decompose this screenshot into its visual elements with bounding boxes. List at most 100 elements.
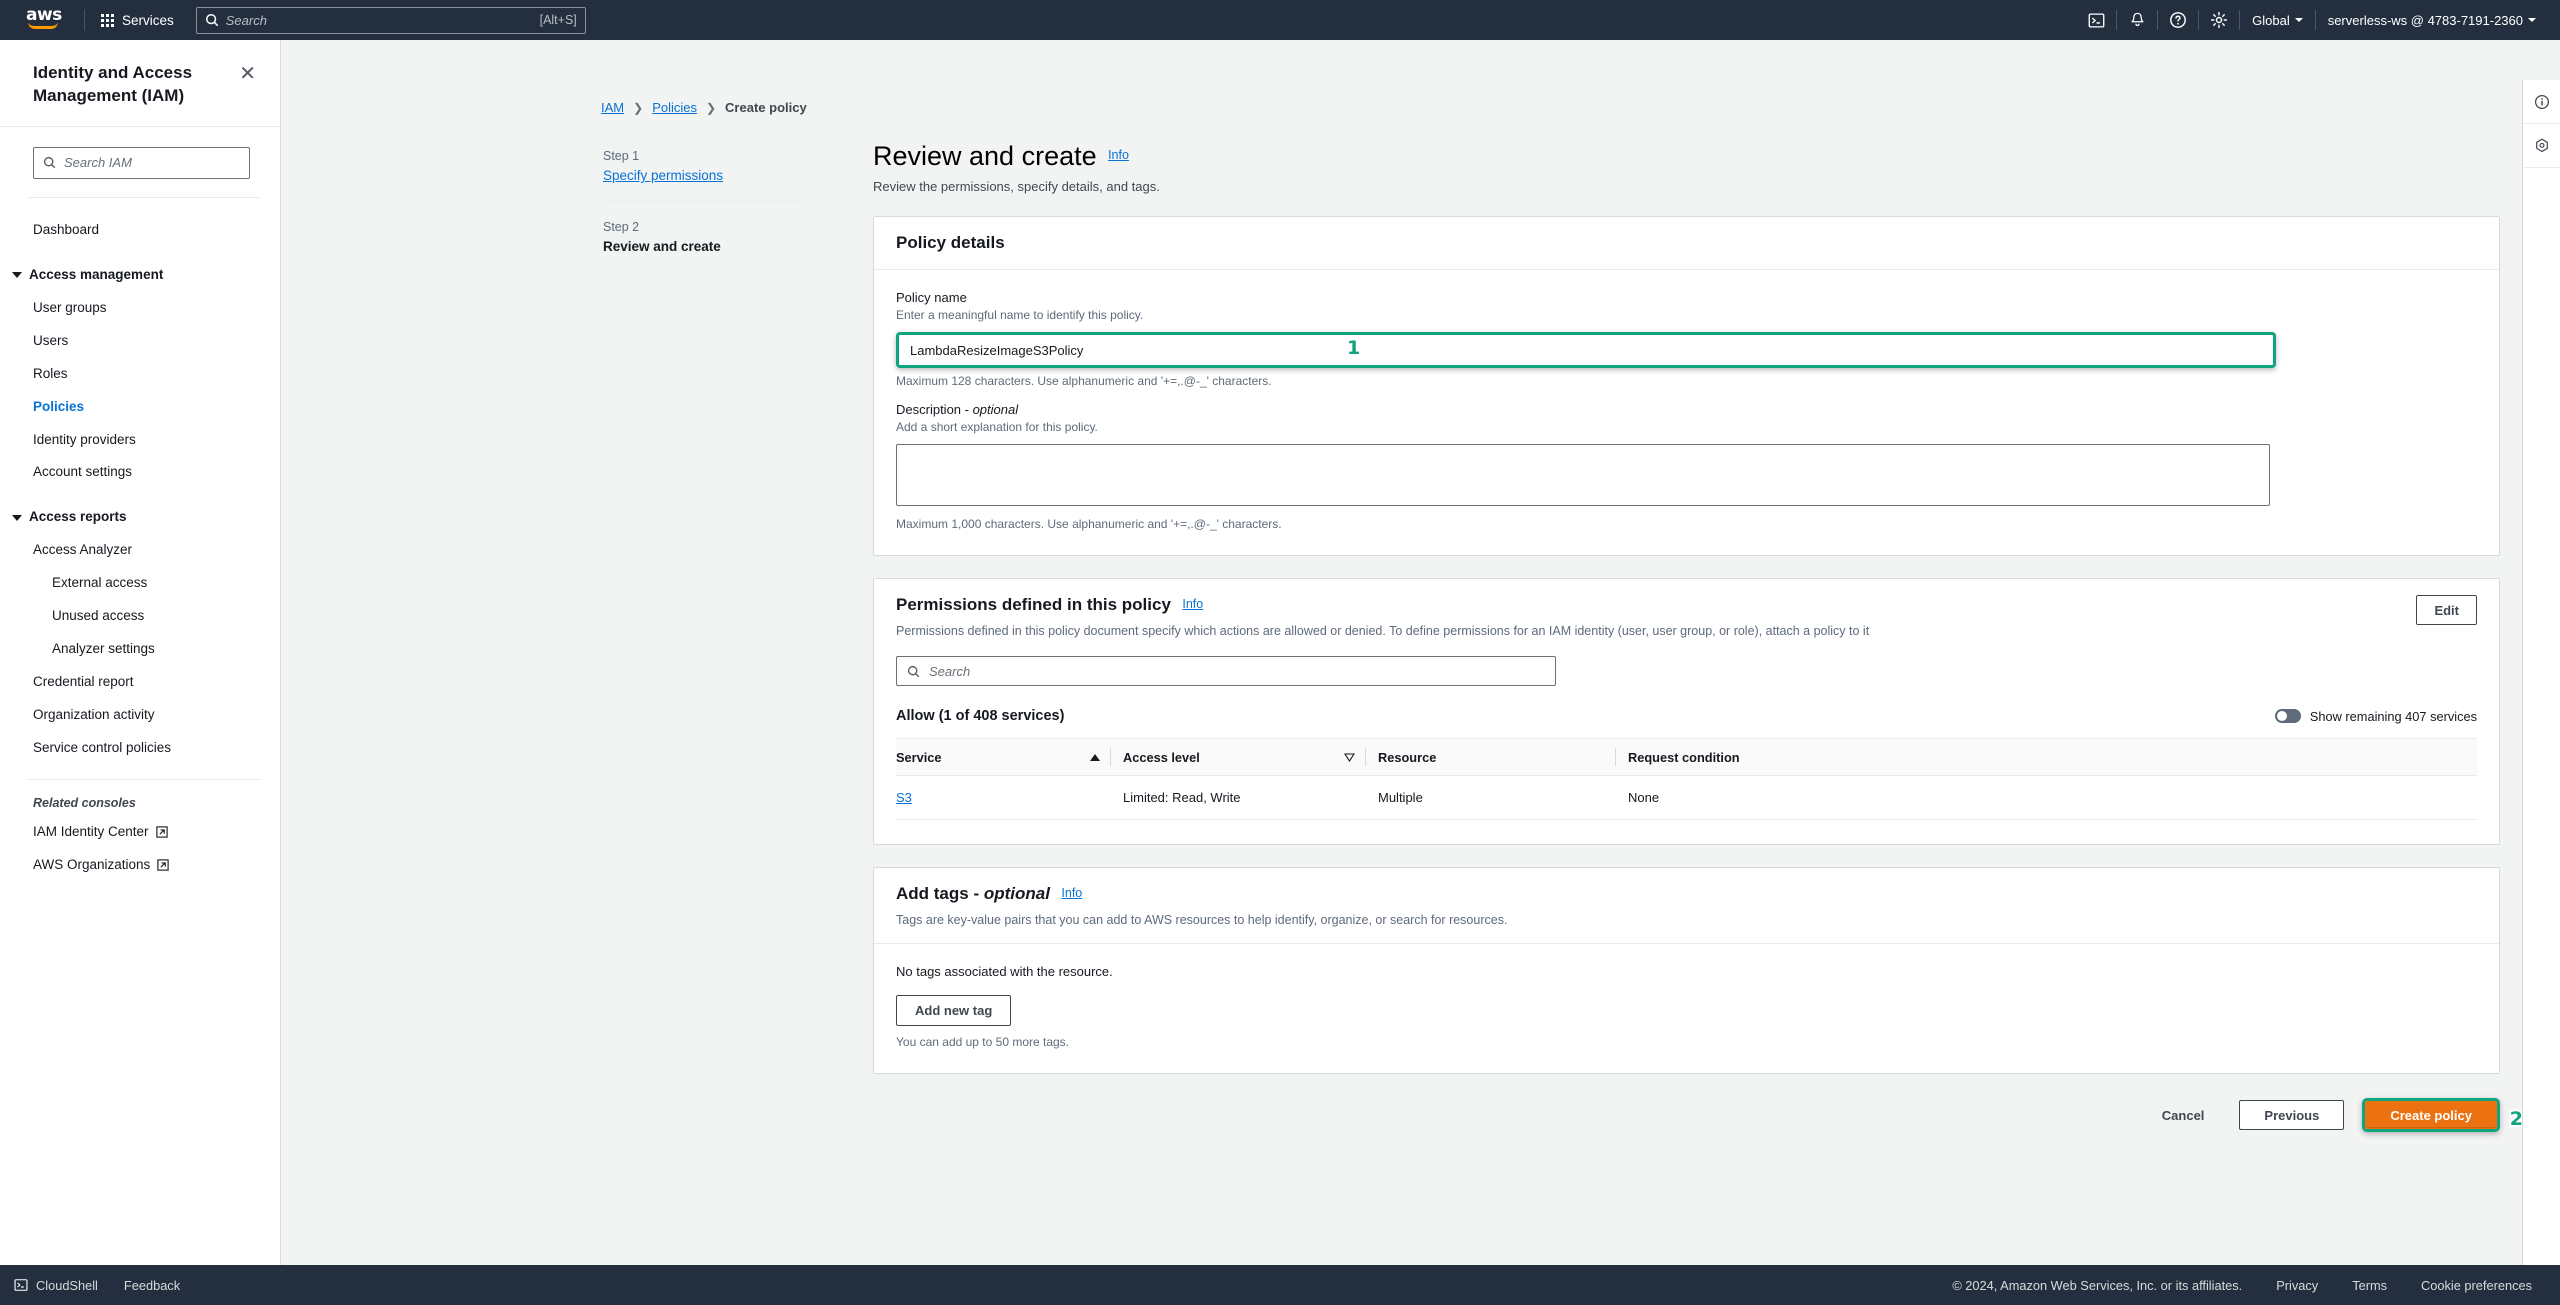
show-remaining-services-toggle[interactable]: Show remaining 407 services [2274, 708, 2477, 724]
policy-description-input[interactable] [896, 444, 2270, 506]
column-label-service: Service [896, 749, 942, 765]
allow-services-count: Allow (1 of 408 services) [896, 708, 1065, 724]
page-column: Review and create Info Review the permis… [803, 141, 2560, 1162]
permissions-table: Service Access level Resource Request co… [896, 738, 2477, 820]
previous-button[interactable]: Previous [2239, 1100, 2345, 1130]
top-navigation: aws Services Search [Alt+S] Global serve… [0, 0, 2560, 40]
footer-feedback-link[interactable]: Feedback [124, 1278, 180, 1293]
sidebar-item-roles[interactable]: Roles [0, 358, 280, 391]
footer-link-cookie-preferences[interactable]: Cookie preferences [2421, 1278, 2532, 1293]
sidebar-item-analyzer-settings[interactable]: Analyzer settings [0, 633, 280, 666]
footer-link-terms[interactable]: Terms [2352, 1278, 2387, 1293]
footer: CloudShell Feedback © 2024, Amazon Web S… [0, 1265, 2560, 1305]
sidebar-item-account-settings[interactable]: Account settings [0, 456, 280, 489]
global-search-input[interactable]: Search [Alt+S] [195, 6, 586, 34]
sidebar-item-dashboard[interactable]: Dashboard [0, 214, 280, 247]
breadcrumb-item-iam[interactable]: IAM [601, 100, 624, 115]
footer-cloudshell-button[interactable]: CloudShell [14, 1278, 98, 1293]
cloudshell-icon[interactable] [2076, 0, 2116, 40]
sidebar-item-access-management[interactable]: Access management [0, 259, 280, 292]
region-label: Global [2252, 12, 2290, 28]
sidebar-item-external-access[interactable]: External access [0, 567, 280, 600]
content-row: Step 1 Specify permissions Step 2 Review… [281, 115, 2560, 1162]
column-header-service[interactable]: Service [896, 738, 1111, 776]
tags-description: Tags are key-value pairs that you can ad… [896, 913, 1508, 927]
related-console-iam-identity-center[interactable]: IAM Identity Center [0, 816, 280, 849]
service-link[interactable]: S3 [896, 790, 912, 805]
gear-hex-icon[interactable] [2523, 124, 2560, 168]
region-selector[interactable]: Global [2240, 0, 2315, 40]
sidebar-item-access-analyzer[interactable]: Access Analyzer [0, 534, 280, 567]
sidebar-item-policies[interactable]: Policies [0, 391, 280, 424]
chevron-right-icon: ❯ [705, 100, 717, 115]
toggle-switch[interactable] [2274, 709, 2301, 723]
sidebar-item-access-reports[interactable]: Access reports [0, 501, 280, 534]
allow-row: Allow (1 of 408 services) Show remaining… [896, 708, 2477, 724]
tags-title: Add tags - optional [896, 884, 1050, 903]
permissions-table-body: S3 Limited: Read, Write Multiple None [896, 775, 2477, 820]
sidebar-item-unused-access[interactable]: Unused access [0, 600, 280, 633]
right-rail [2522, 80, 2560, 1305]
related-console-label: AWS Organizations [33, 856, 151, 872]
nav-divider [84, 9, 85, 31]
column-header-access-level[interactable]: Access level [1111, 738, 1366, 776]
main-content: IAM ❯ Policies ❯ Create policy Step 1 Sp… [281, 40, 2560, 1305]
permissions-search-placeholder: Search [929, 663, 971, 679]
chevron-down-icon [12, 272, 22, 279]
tags-empty-text: No tags associated with the resource. [896, 964, 1113, 979]
close-icon[interactable]: ✕ [235, 62, 260, 86]
permissions-header-text: Permissions defined in this policy Info … [896, 595, 1869, 638]
search-shortcut-hint: [Alt+S] [539, 13, 577, 27]
sidebar-item-user-groups[interactable]: User groups [0, 292, 280, 325]
external-link-icon [157, 859, 169, 871]
step-1-label[interactable]: Specify permissions [603, 168, 803, 183]
cancel-button[interactable]: Cancel [2145, 1100, 2222, 1130]
help-icon[interactable] [2158, 0, 2198, 40]
column-header-request-condition[interactable]: Request condition [1616, 738, 2477, 776]
permissions-info-link[interactable]: Info [1182, 597, 1203, 611]
column-header-resource[interactable]: Resource [1366, 738, 1616, 776]
sidebar-item-identity-providers[interactable]: Identity providers [0, 424, 280, 457]
notifications-icon[interactable] [2117, 0, 2157, 40]
table-row: S3 Limited: Read, Write Multiple None [896, 775, 2477, 820]
sidebar-search-input[interactable]: Search IAM [33, 146, 250, 179]
permissions-search-input[interactable]: Search [896, 656, 1556, 686]
policy-details-title: Policy details [896, 233, 1005, 252]
add-new-tag-button[interactable]: Add new tag [896, 995, 1012, 1026]
breadcrumb-item-policies[interactable]: Policies [652, 100, 697, 115]
related-console-label: IAM Identity Center [33, 823, 149, 839]
permissions-description: Permissions defined in this policy docum… [896, 624, 1870, 638]
sidebar-item-users[interactable]: Users [0, 325, 280, 358]
related-consoles-heading: Related consoles [33, 795, 136, 810]
toggle-label: Show remaining 407 services [2309, 708, 2477, 724]
account-label: serverless-ws @ 4783-7191-2360 [2327, 12, 2523, 28]
aws-logo[interactable]: aws [26, 7, 68, 33]
sidebar-item-service-control-policies[interactable]: Service control policies [0, 732, 280, 765]
breadcrumb: IAM ❯ Policies ❯ Create policy [281, 40, 2560, 115]
tags-title-text: Add tags - [896, 884, 984, 903]
footer-link-privacy[interactable]: Privacy [2276, 1278, 2318, 1293]
sidebar-item-organization-activity[interactable]: Organization activity [0, 699, 280, 732]
cell-service: S3 [896, 775, 1111, 820]
search-icon [907, 665, 920, 677]
info-circle-icon[interactable] [2523, 80, 2560, 124]
page-info-link[interactable]: Info [1108, 148, 1129, 162]
permissions-header: Permissions defined in this policy Info … [874, 579, 2499, 638]
related-console-aws-organizations[interactable]: AWS Organizations [0, 849, 280, 882]
iam-sidebar: Identity and Access Management (IAM) ✕ S… [0, 40, 281, 1305]
services-menu-button[interactable]: Services [91, 7, 184, 34]
sidebar-item-label: Access reports [29, 509, 127, 525]
tags-info-link[interactable]: Info [1061, 886, 1082, 900]
settings-icon[interactable] [2199, 0, 2239, 40]
column-label-resource: Resource [1378, 749, 1437, 765]
account-selector[interactable]: serverless-ws @ 4783-7191-2360 [2316, 0, 2548, 40]
policy-name-input[interactable]: LambdaResizeImageS3Policy [899, 335, 2273, 365]
create-policy-button[interactable]: Create policy [2365, 1101, 2497, 1129]
edit-permissions-button[interactable]: Edit [2416, 595, 2477, 625]
step-2-label: Review and create [603, 239, 721, 254]
page-subtitle: Review the permissions, specify details,… [873, 179, 1160, 194]
sidebar-item-credential-report[interactable]: Credential report [0, 666, 280, 699]
policy-description-label: Description - optional [896, 402, 2477, 417]
column-label-access-level: Access level [1123, 749, 1200, 765]
annotation-marker-2: 2 [2508, 1106, 2525, 1132]
